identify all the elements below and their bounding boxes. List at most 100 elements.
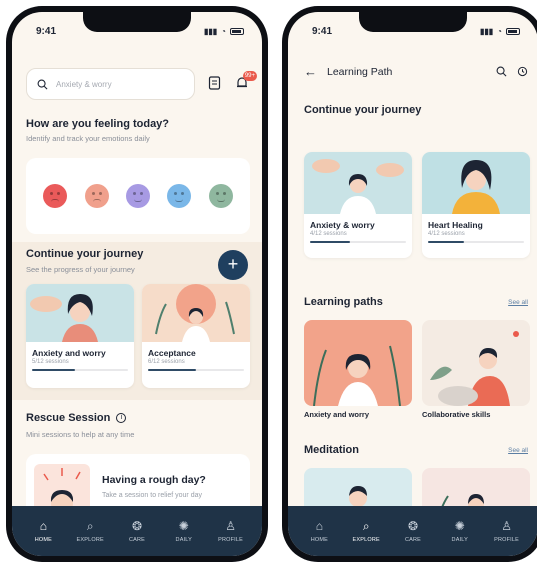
status-time: 9:41: [36, 26, 57, 37]
nav-item-daily[interactable]: ✺ DAILY: [164, 518, 204, 543]
nav-item-home[interactable]: ⌂ HOME: [23, 519, 63, 543]
home-screen: 9:41 ▮▮▮ ◔ Anxiety & worry 99+ How are y…: [12, 12, 262, 556]
search-icon: ⌕: [86, 518, 94, 533]
battery-icon: [506, 28, 520, 35]
feeling-title: How are you feeling today?: [26, 118, 170, 130]
nav-label: HOME: [310, 536, 329, 543]
journey-card-meta: 4/12 sessions: [428, 231, 465, 237]
rough-day-title: Having a rough day?: [102, 474, 206, 486]
journey-progress-fill: [310, 241, 351, 243]
journey-progress: [428, 241, 524, 243]
status-time: 9:41: [312, 26, 333, 37]
back-arrow-icon[interactable]: ←: [304, 64, 317, 79]
journey-card-title: Anxiety & worry: [310, 220, 375, 230]
wifi-icon: ◔: [221, 27, 226, 36]
info-icon[interactable]: i: [116, 413, 127, 423]
notification-icon[interactable]: 99+: [235, 71, 257, 92]
nav-item-profile[interactable]: ♙ PROFILE: [211, 518, 251, 543]
nav-item-care[interactable]: ❂ CARE: [117, 518, 157, 543]
journey-progress-fill: [428, 241, 465, 243]
rough-day-subtitle: Take a session to relief your day: [102, 492, 202, 499]
notch: [359, 12, 467, 32]
search-icon: [37, 79, 48, 89]
journey-progress: [310, 241, 406, 243]
bottom-nav: ⌂ HOME ⌕ EXPLORE ❂ CARE ✺ DAILY ♙ PROFILE: [12, 506, 262, 556]
phone-learning: 9:41 ▮▮▮ ◔ ← Learning Path Continue your…: [282, 6, 537, 562]
nav-item-home[interactable]: ⌂ HOME: [299, 518, 339, 543]
nav-label: PROFILE: [494, 536, 520, 543]
bottom-nav: ⌂ HOME ⌕ EXPLORE ❂ CARE ✺ DAILY ♙ PROFILE: [288, 506, 537, 556]
nav-label: DAILY: [451, 536, 469, 543]
nav-item-daily[interactable]: ✺ DAILY: [440, 518, 480, 543]
search-row: Anxiety & worry 99+: [26, 68, 257, 100]
mood-angry-button[interactable]: [43, 184, 68, 208]
search-input[interactable]: Anxiety & worry: [26, 68, 196, 100]
learning-screen: 9:41 ▮▮▮ ◔ ← Learning Path Continue your…: [288, 12, 537, 556]
mood-card: [26, 158, 250, 234]
profile-icon: ♙: [225, 518, 236, 533]
battery-icon: [230, 28, 244, 35]
see-all-link[interactable]: See all: [508, 299, 528, 306]
mood-mouth: [92, 199, 101, 202]
journey-progress: [148, 369, 244, 371]
journey-title: Continue your journey: [26, 248, 144, 260]
journey-subtitle: See the progress of your journey: [26, 265, 135, 274]
learning-paths-title: Learning paths: [304, 296, 383, 308]
nav-label: HOME: [34, 536, 53, 543]
nav-label: DAILY: [175, 536, 193, 543]
mood-sad-button[interactable]: [84, 184, 109, 208]
mood-calm-button[interactable]: [167, 184, 192, 208]
journey-card[interactable]: Acceptance 6/12 sessions: [142, 284, 250, 388]
learning-path-tile[interactable]: [422, 320, 530, 406]
home-icon: ⌂: [315, 518, 324, 533]
nav-item-explore[interactable]: ⌕ EXPLORE: [70, 518, 110, 543]
care-icon: ❂: [407, 518, 419, 533]
signal-icon: ▮▮▮: [203, 27, 218, 36]
journey-card-meta: 6/12 sessions: [148, 359, 185, 365]
heart-healing-illustration: [422, 152, 530, 214]
acceptance-illustration: [142, 284, 250, 342]
journey-card-title: Anxiety and worry: [32, 348, 106, 358]
journey-card[interactable]: Anxiety & worry 4/12 sessions: [304, 152, 412, 258]
phone-home: 9:41 ▮▮▮ ◔ Anxiety & worry 99+ How are y…: [6, 6, 268, 562]
nav-item-profile[interactable]: ♙ PROFILE: [487, 519, 527, 543]
nav-item-explore[interactable]: ⌕ EXPLORE: [346, 518, 386, 543]
nav-item-care[interactable]: ❂ CARE: [393, 518, 433, 543]
rescue-title: Rescue Session: [26, 412, 111, 424]
daily-icon: ✺: [454, 518, 465, 533]
journey-card-title: Acceptance: [148, 348, 196, 358]
search-placeholder: Anxiety & worry: [56, 79, 112, 89]
nav-label: CARE: [404, 536, 422, 543]
care-icon: ❂: [131, 518, 143, 533]
learning-path-label: Collaborative skills: [422, 410, 491, 419]
mood-neutral-button[interactable]: [125, 184, 150, 208]
feeling-subtitle: Identify and track your emotions daily: [26, 134, 150, 143]
learning-path-tile[interactable]: [304, 320, 412, 406]
mood-mouth: [133, 199, 142, 202]
nav-label: PROFILE: [218, 536, 244, 543]
search-icon[interactable]: [496, 66, 507, 77]
add-journey-button[interactable]: +: [218, 250, 248, 280]
journey-progress-fill: [32, 369, 76, 371]
journey-progress-fill: [148, 369, 196, 371]
search-icon: ⌕: [362, 518, 370, 533]
continue-journey-title: Continue your journey: [304, 104, 422, 116]
mood-mouth: [175, 199, 184, 202]
notification-badge: 99+: [242, 71, 257, 81]
journey-card[interactable]: Anxiety and worry 5/12 sessions: [26, 284, 134, 388]
see-all-link[interactable]: See all: [508, 447, 528, 454]
journal-icon[interactable]: [207, 76, 222, 92]
rescue-title-row: Rescue Session i: [26, 412, 127, 424]
journey-card[interactable]: Heart Healing 4/12 sessions: [422, 152, 530, 258]
notch: [83, 12, 191, 32]
status-icons: ▮▮▮ ◔: [204, 26, 244, 37]
nav-label: EXPLORE: [76, 536, 104, 543]
nav-label: EXPLORE: [352, 536, 380, 543]
daily-icon: ✺: [178, 518, 189, 533]
learning-path-label: Anxiety and worry: [304, 410, 370, 419]
history-icon[interactable]: [517, 66, 528, 77]
wifi-icon: ◔: [497, 27, 502, 36]
nav-label: CARE: [128, 536, 146, 543]
anxiety-illustration: [26, 284, 134, 342]
mood-content-button[interactable]: [208, 184, 233, 208]
